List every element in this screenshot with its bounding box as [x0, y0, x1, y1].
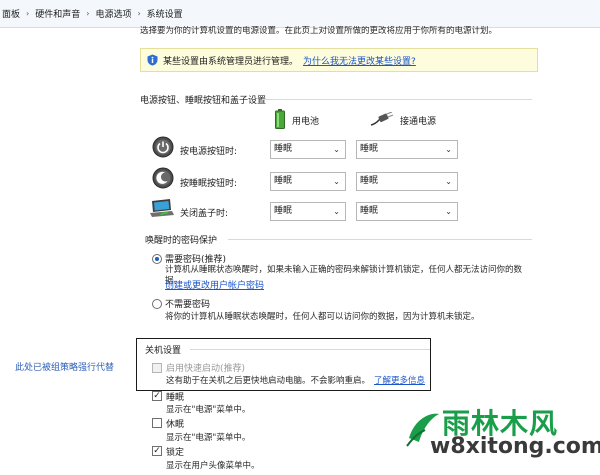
sleep-button-plugged-select[interactable]: 睡眠 ⌄	[356, 172, 458, 191]
chevron-down-icon: ⌄	[333, 145, 340, 154]
close-lid-battery-select[interactable]: 睡眠 ⌄	[270, 202, 346, 221]
lock-option-description: 显示在用户头像菜单中。	[166, 461, 260, 471]
require-password-radio[interactable]	[152, 254, 162, 264]
lock-option-label: 锁定	[166, 448, 185, 458]
fast-startup-checkbox[interactable]	[152, 363, 162, 373]
chevron-down-icon: ⌄	[445, 177, 452, 186]
no-password-label[interactable]: 不需要密码	[165, 297, 210, 310]
watermark-url: w8xitong.com	[430, 434, 600, 459]
intro-text: 选择要为你的计算机设置的电源设置。在此页上对设置所做的更改将应用于你所有的电源计…	[140, 26, 498, 36]
chevron-down-icon: ⌄	[445, 207, 452, 216]
select-value: 睡眠	[360, 176, 379, 186]
plugged-column-label: 接通电源	[400, 117, 437, 127]
breadcrumb-separator: ›	[26, 9, 30, 18]
sleep-option-description: 显示在"电源"菜单中。	[166, 405, 251, 415]
require-password-label[interactable]: 需要密码(推荐)	[165, 252, 226, 265]
section-divider	[262, 99, 532, 100]
breadcrumb-item-system-settings[interactable]: 系统设置	[147, 7, 183, 20]
lock-checkbox[interactable]: ✓	[152, 446, 162, 456]
power-button-label: 按电源按钮时:	[180, 147, 238, 157]
select-value: 睡眠	[274, 176, 293, 186]
sleep-button-icon	[152, 167, 174, 189]
laptop-lid-icon	[150, 199, 174, 217]
breadcrumb-separator: ›	[86, 9, 90, 18]
hibernate-option-label: 休眠	[166, 420, 185, 430]
select-value: 睡眠	[274, 144, 293, 154]
select-value: 睡眠	[360, 206, 379, 216]
breadcrumb-item-hardware[interactable]: 硬件和声音	[35, 7, 80, 20]
breadcrumb-item-power-options[interactable]: 电源选项	[95, 7, 131, 20]
battery-icon	[275, 109, 285, 129]
power-button-plugged-select[interactable]: 睡眠 ⌄	[356, 140, 458, 159]
create-change-password-link[interactable]: 创建或更改用户帐户密码	[165, 278, 264, 291]
admin-notice: 某些设置由系统管理员进行管理。 为什么我无法更改某些设置?	[140, 48, 538, 72]
sleep-button-battery-select[interactable]: 睡眠 ⌄	[270, 172, 346, 191]
learn-more-link[interactable]: 了解更多信息	[374, 376, 425, 386]
sleep-option-label: 睡眠	[166, 393, 185, 403]
sleep-checkbox[interactable]: ✓	[152, 391, 162, 401]
select-value: 睡眠	[360, 144, 379, 154]
shutdown-section-title: 关机设置	[145, 346, 182, 356]
power-button-icon	[152, 136, 174, 158]
hibernate-option-description: 显示在"电源"菜单中。	[166, 433, 251, 443]
fast-startup-label: 启用快速启动(推荐)	[166, 364, 246, 374]
breadcrumb-separator: ›	[137, 9, 141, 18]
fast-startup-desc-text: 这有助于在关机之后更快地启动电脑。不会影响重启。	[166, 376, 371, 386]
close-lid-label: 关闭盖子时:	[180, 209, 229, 219]
chevron-down-icon: ⌄	[333, 177, 340, 186]
breadcrumb-item-panel[interactable]: 面板	[2, 7, 20, 20]
policy-override-note: 此处已被组策略强行代替	[15, 363, 115, 373]
no-password-description: 将你的计算机从睡眠状态唤醒时，任何人都可以访问你的数据，因为计算机未锁定。	[165, 312, 480, 322]
hibernate-checkbox[interactable]	[152, 418, 162, 428]
power-buttons-section-title: 电源按钮、睡眠按钮和盖子设置	[140, 96, 267, 106]
section-divider	[228, 239, 532, 240]
close-lid-plugged-select[interactable]: 睡眠 ⌄	[356, 202, 458, 221]
breadcrumb: 面板 › 硬件和声音 › 电源选项 › 系统设置	[0, 0, 600, 28]
section-divider	[190, 349, 430, 350]
why-cant-change-link[interactable]: 为什么我无法更改某些设置?	[303, 54, 416, 67]
power-button-battery-select[interactable]: 睡眠 ⌄	[270, 140, 346, 159]
fast-startup-description: 这有助于在关机之后更快地启动电脑。不会影响重启。 了解更多信息	[166, 374, 425, 386]
chevron-down-icon: ⌄	[333, 207, 340, 216]
power-plug-icon	[370, 112, 394, 126]
battery-column-label: 用电池	[292, 117, 320, 127]
sleep-button-label: 按睡眠按钮时:	[180, 179, 238, 189]
shield-info-icon	[147, 54, 158, 66]
select-value: 睡眠	[274, 206, 293, 216]
no-password-radio[interactable]	[152, 299, 162, 309]
wake-password-section-title: 唤醒时的密码保护	[145, 236, 218, 246]
chevron-down-icon: ⌄	[445, 145, 452, 154]
notice-text: 某些设置由系统管理员进行管理。	[163, 56, 299, 67]
